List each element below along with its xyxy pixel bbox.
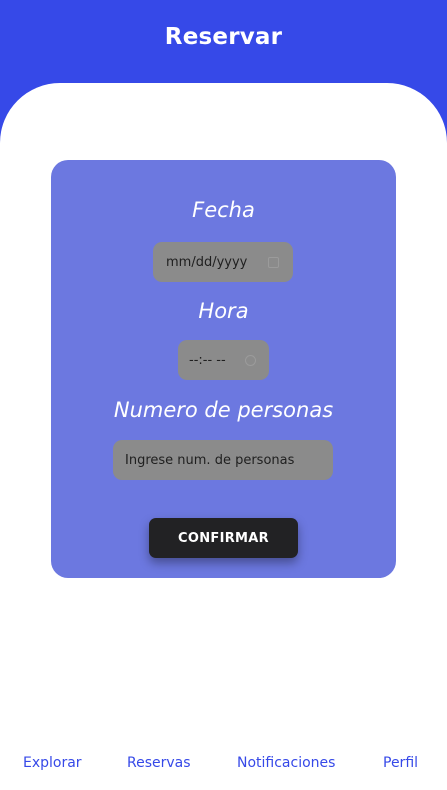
nav-item-perfil[interactable]: Perfil <box>383 755 418 771</box>
confirm-button[interactable]: CONFIRMAR <box>149 518 298 558</box>
date-input-value: mm/dd/yyyy <box>166 254 248 270</box>
nav-item-reservas[interactable]: Reservas <box>127 755 191 771</box>
reservar-screen: Reservar Fecha mm/dd/yyyy Hora --:-- -- … <box>0 0 447 790</box>
reservation-card: Fecha mm/dd/yyyy Hora --:-- -- Numero de… <box>51 160 396 578</box>
personas-label: Numero de personas <box>113 398 334 422</box>
nav-item-notificaciones[interactable]: Notificaciones <box>237 755 335 771</box>
hora-label: Hora <box>198 299 249 323</box>
people-input[interactable]: Ingrese num. de personas <box>113 440 333 480</box>
page-title: Reservar <box>164 24 283 50</box>
clock-icon[interactable] <box>245 355 256 366</box>
fecha-label: Fecha <box>192 198 255 222</box>
people-input-placeholder: Ingrese num. de personas <box>125 452 295 468</box>
calendar-icon[interactable] <box>268 257 279 268</box>
time-input[interactable]: --:-- -- <box>178 340 269 380</box>
time-input-value: --:-- -- <box>189 352 226 368</box>
bottom-nav: Explorar Reservas Notificaciones Perfil <box>0 755 447 775</box>
date-input[interactable]: mm/dd/yyyy <box>153 242 293 282</box>
nav-item-explorar[interactable]: Explorar <box>23 755 82 771</box>
